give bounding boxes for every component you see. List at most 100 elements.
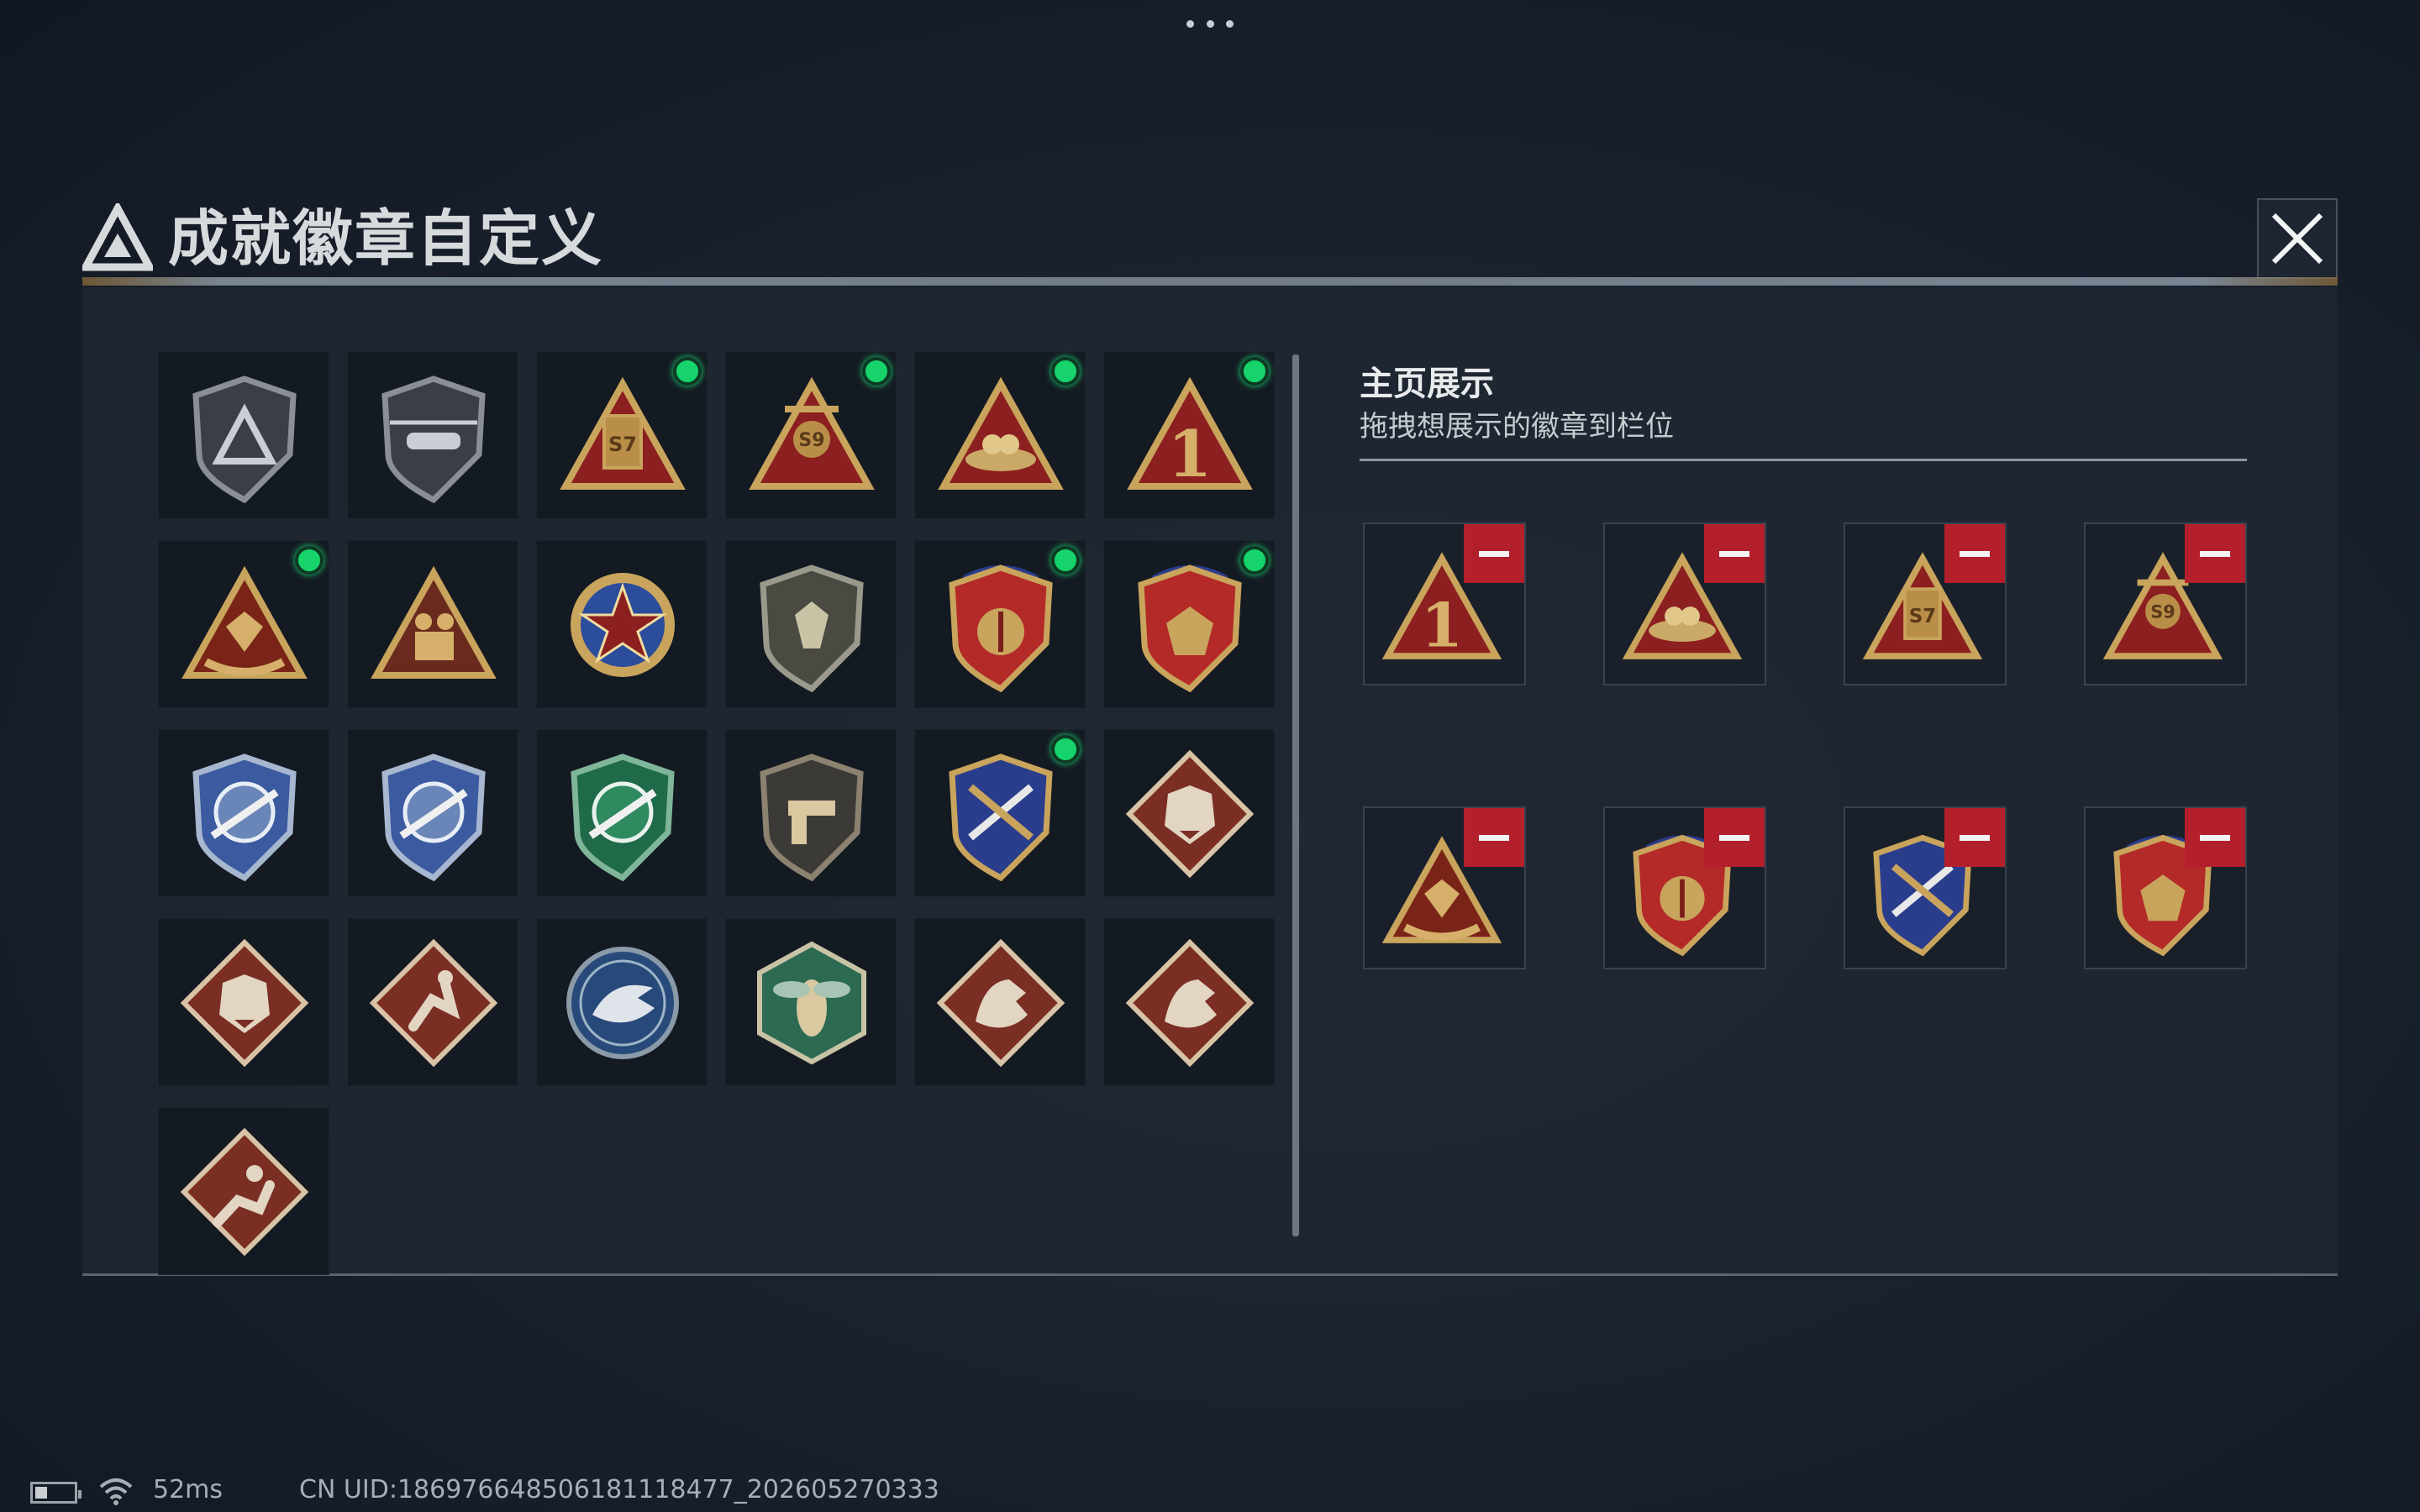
showcase-slot[interactable] [1603, 522, 1766, 685]
showcase-slot[interactable] [1363, 806, 1526, 969]
badge-grid: S7 S9 1 ★ ★ ★ ★ ★ ★ [158, 351, 1276, 1275]
minus-icon [1719, 551, 1749, 557]
badge-cell[interactable]: 1 [1103, 351, 1275, 519]
wasp-hexagon-badge-icon [757, 941, 866, 1065]
badge-cell[interactable] [725, 729, 897, 897]
svg-text:S7: S7 [608, 433, 637, 456]
badge-cell[interactable] [914, 918, 1086, 1086]
remove-badge-button[interactable] [1944, 524, 2005, 583]
badge-cell[interactable] [536, 729, 708, 897]
badge-cell[interactable] [914, 351, 1086, 519]
new-indicator-dot [1051, 735, 1080, 764]
svg-text:S9: S9 [798, 430, 824, 451]
showcase-slot[interactable]: 1 [1363, 522, 1526, 685]
helicopter-badge-icon [381, 375, 486, 504]
minus-icon [2200, 551, 2230, 557]
badge-cell[interactable] [725, 918, 897, 1086]
badge-cell[interactable] [347, 351, 518, 519]
user-uid: CN UID:18697664850618111847​7_2026052703… [299, 1475, 939, 1504]
remove-badge-button[interactable] [1704, 808, 1765, 867]
triangle-emblem-badge-icon [192, 375, 297, 504]
status-bar: 52ms CN UID:18697664850618111847​7_20260… [30, 1473, 1123, 1507]
badge-cell[interactable] [1103, 918, 1275, 1086]
badge-cell[interactable] [536, 540, 708, 708]
minus-icon [2200, 835, 2230, 841]
showcase-slot[interactable]: S7 [1844, 522, 2007, 685]
badge-cell[interactable] [347, 729, 518, 897]
more-options-icon[interactable] [1186, 20, 1234, 30]
minus-icon [1960, 551, 1990, 557]
soldiers-triangle-badge-icon [371, 565, 497, 679]
new-indicator-dot [673, 357, 702, 386]
wolf-diamond-badge-icon [1125, 749, 1255, 879]
showcase-divider [1360, 459, 2247, 461]
minus-icon [1479, 551, 1509, 557]
wolf-diamond-badge-icon [180, 938, 309, 1068]
rifle-scope-blue-badge-icon [192, 753, 297, 882]
badge-cell[interactable] [158, 1107, 329, 1275]
minus-icon [1960, 835, 1990, 841]
badge-cell[interactable] [725, 540, 897, 708]
nest-triangle-badge-icon [938, 376, 1064, 490]
close-button[interactable] [2257, 198, 2338, 279]
dragon-diamond-badge-icon [936, 938, 1065, 1068]
showcase-slot[interactable]: ★ ★ ★ [2084, 806, 2247, 969]
svg-text:S9: S9 [2150, 601, 2175, 622]
badge-cell[interactable] [914, 729, 1086, 897]
rifle-scope-blue-badge-icon [381, 753, 486, 882]
close-icon [2271, 213, 2323, 265]
svg-text:S7: S7 [1909, 606, 1936, 627]
gem-hands-badge-icon [182, 565, 308, 679]
crossed-weapons-gold-badge-icon [949, 753, 1053, 882]
new-indicator-dot [1051, 546, 1080, 575]
remove-badge-button[interactable] [1704, 524, 1765, 583]
page-title: 成就徽章自定义 [168, 203, 604, 274]
showcase-slot[interactable]: ★ ★ ★ [1603, 806, 1766, 969]
svg-text:1: 1 [1168, 417, 1213, 491]
remove-badge-button[interactable] [1464, 524, 1524, 583]
new-indicator-dot [862, 357, 891, 386]
showcase-slot[interactable]: S9 [2084, 522, 2247, 685]
ping-readout: 52ms [153, 1475, 224, 1504]
badge-cell[interactable] [158, 918, 329, 1086]
badge-cell[interactable]: S7 [536, 351, 708, 519]
badge-cell[interactable] [1103, 729, 1275, 897]
number-one-badge-icon: 1 [1127, 376, 1253, 491]
new-indicator-dot [295, 546, 324, 575]
stone-shield-badge-icon [760, 564, 864, 693]
s7-season-badge-icon: S7 [560, 376, 686, 490]
crest-shield-stars-badge-icon: ★ ★ ★ [949, 564, 1053, 693]
badge-cell[interactable]: ★ ★ ★ [914, 540, 1086, 708]
pistol-shield-badge-icon [760, 753, 864, 882]
badge-cell[interactable]: S9 [725, 351, 897, 519]
badge-cell[interactable]: ★ ★ ★ [1103, 540, 1275, 708]
battery-icon [30, 1482, 82, 1504]
runner-diamond-badge-icon [369, 938, 498, 1068]
showcase-slot[interactable] [1844, 806, 2007, 969]
gem-shield-stars-badge-icon: ★ ★ ★ [1138, 564, 1242, 693]
badge-cell[interactable] [158, 729, 329, 897]
remove-badge-button[interactable] [2185, 524, 2245, 583]
svg-text:1: 1 [1421, 591, 1463, 662]
eagle-circle-badge-icon [566, 947, 679, 1059]
scrollbar[interactable] [1292, 354, 1299, 1236]
window-header: 成就徽章自定义 [82, 192, 2338, 286]
header-divider [82, 277, 2338, 286]
sprinter-diamond-badge-icon [180, 1127, 309, 1257]
badge-cell[interactable] [158, 351, 329, 519]
remove-badge-button[interactable] [2185, 808, 2245, 867]
remove-badge-button[interactable] [1944, 808, 2005, 867]
new-indicator-dot [1051, 357, 1080, 386]
rifle-scope-green-badge-icon [571, 753, 675, 882]
badge-customization-panel: S7 S9 1 ★ ★ ★ ★ ★ ★ 主页展示 拖拽想展示的徽章到栏位 1 S7 S9… [82, 287, 2338, 1276]
badge-cell[interactable] [158, 540, 329, 708]
new-indicator-dot [1240, 546, 1269, 575]
remove-badge-button[interactable] [1464, 808, 1524, 867]
badge-cell[interactable] [536, 918, 708, 1086]
dragon-diamond-badge-icon [1125, 938, 1255, 1068]
s9-season-badge-icon: S9 [749, 376, 875, 490]
badge-cell[interactable] [347, 540, 518, 708]
badge-cell[interactable] [347, 918, 518, 1086]
triangle-logo-icon [82, 203, 153, 271]
new-indicator-dot [1240, 357, 1269, 386]
